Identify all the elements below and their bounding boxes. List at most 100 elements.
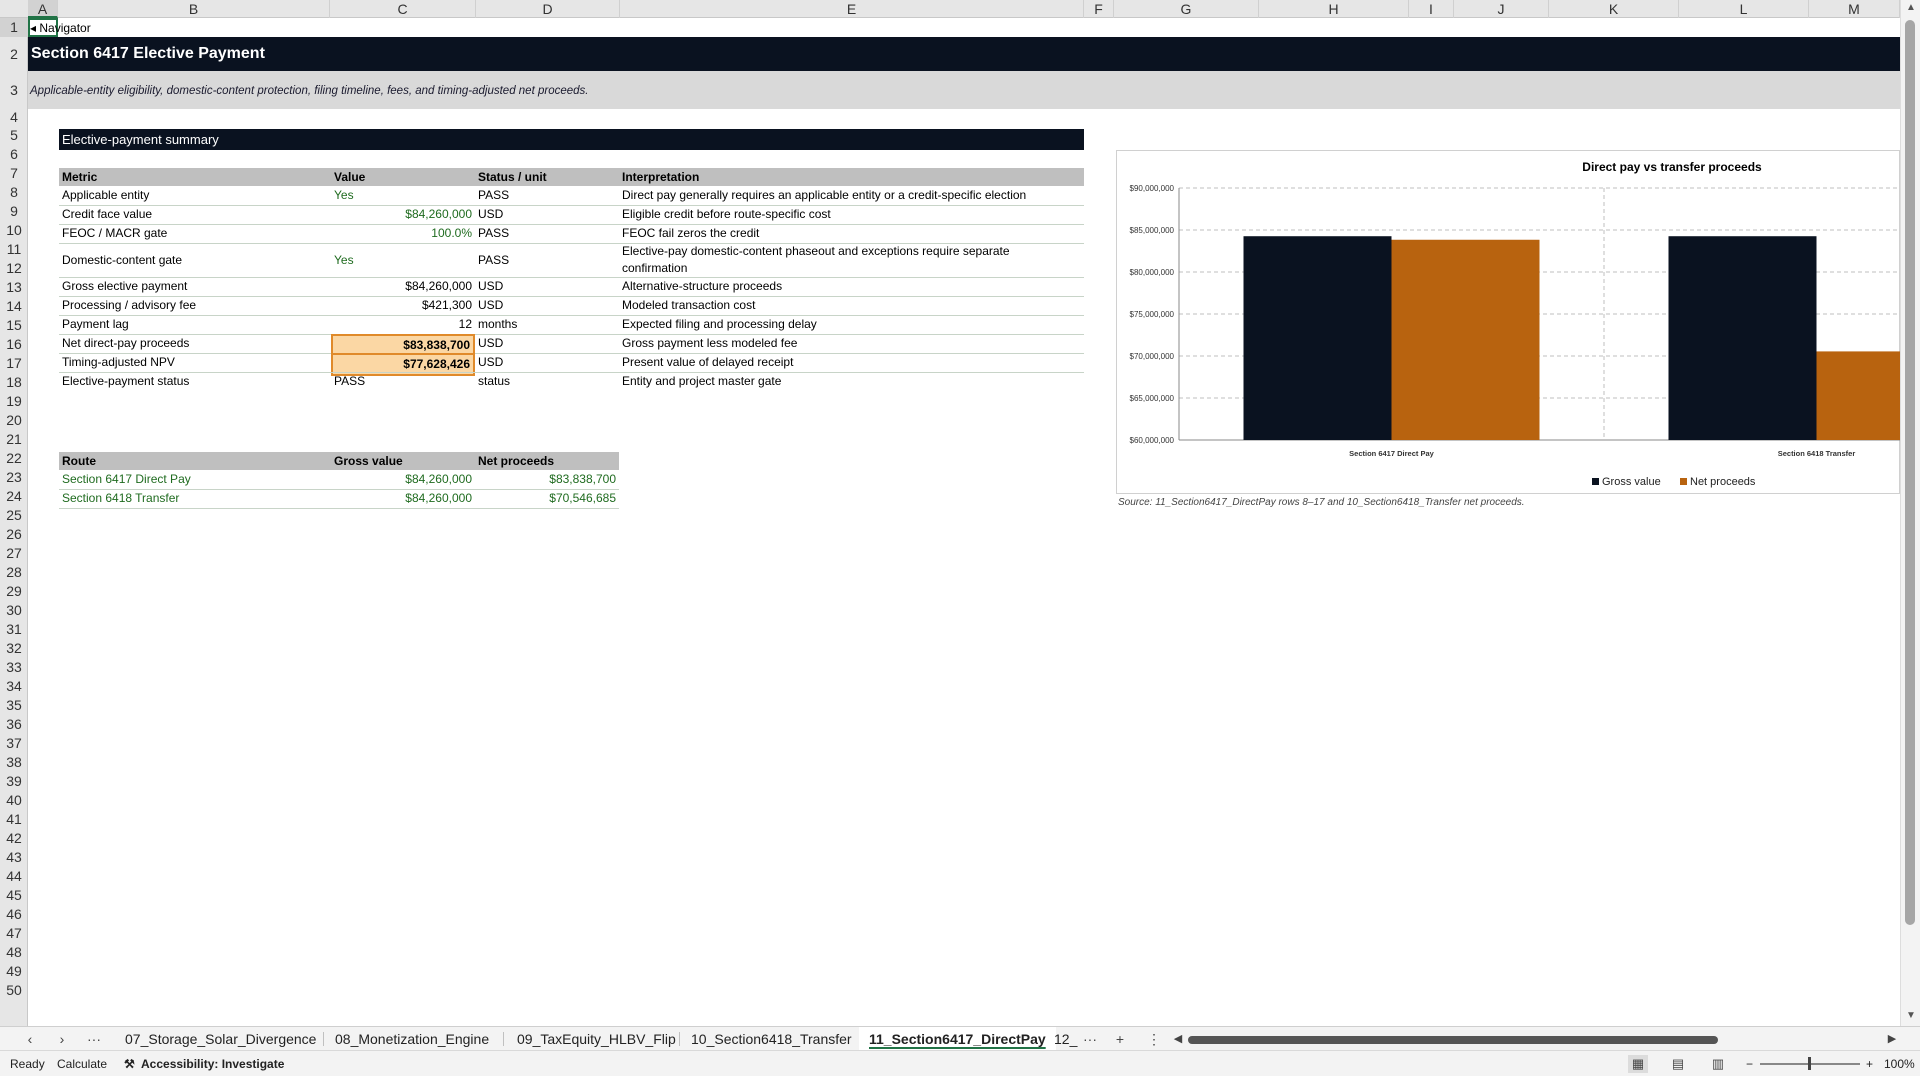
- zoom-slider-thumb[interactable]: [1808, 1057, 1811, 1070]
- row-header-21[interactable]: 21: [0, 430, 28, 449]
- tab-options-icon[interactable]: ⋮: [1144, 1027, 1164, 1051]
- row-header-45[interactable]: 45: [0, 886, 28, 905]
- proceeds-chart[interactable]: Direct pay vs transfer proceeds $60,000,0…: [1116, 150, 1900, 494]
- row-header-15[interactable]: 15: [0, 316, 28, 335]
- row-header-1[interactable]: 1: [0, 18, 28, 37]
- row-header-30[interactable]: 30: [0, 601, 28, 620]
- zoom-in-icon[interactable]: +: [1866, 1051, 1873, 1076]
- row-header-32[interactable]: 32: [0, 639, 28, 658]
- row-header-10[interactable]: 10: [0, 221, 28, 240]
- column-header-i[interactable]: I: [1409, 0, 1454, 18]
- row-header-25[interactable]: 25: [0, 506, 28, 525]
- summary-value[interactable]: $84,260,000: [331, 205, 475, 224]
- horizontal-scroll-thumb[interactable]: [1188, 1036, 1718, 1044]
- status-accessibility[interactable]: Accessibility: Investigate: [141, 1051, 284, 1076]
- tab-storage-solar-divergence[interactable]: 07_Storage_Solar_Divergence: [115, 1027, 326, 1051]
- row-header-11[interactable]: 11: [0, 240, 28, 259]
- column-header-j[interactable]: J: [1454, 0, 1549, 18]
- summary-value[interactable]: 100.0%: [331, 224, 475, 243]
- column-header-d[interactable]: D: [476, 0, 620, 18]
- row-header-2[interactable]: 2: [0, 37, 28, 71]
- row-header-41[interactable]: 41: [0, 810, 28, 829]
- row-header-12[interactable]: 12: [0, 259, 28, 278]
- tab-section6417-directpay[interactable]: 11_Section6417_DirectPay: [859, 1027, 1056, 1051]
- scroll-down-icon[interactable]: ▼: [1906, 1010, 1916, 1021]
- row-header-39[interactable]: 39: [0, 772, 28, 791]
- column-header-k[interactable]: K: [1549, 0, 1679, 18]
- row-header-20[interactable]: 20: [0, 411, 28, 430]
- page-break-view-icon[interactable]: ▥: [1708, 1055, 1728, 1073]
- scroll-up-icon[interactable]: ▲: [1906, 2, 1916, 13]
- row-header-31[interactable]: 31: [0, 620, 28, 639]
- row-header-29[interactable]: 29: [0, 582, 28, 601]
- row-header-16[interactable]: 16: [0, 335, 28, 354]
- row-header-17[interactable]: 17: [0, 354, 28, 373]
- add-sheet-icon[interactable]: +: [1110, 1027, 1130, 1051]
- row-header-8[interactable]: 8: [0, 183, 28, 202]
- row-header-14[interactable]: 14: [0, 297, 28, 316]
- column-header-c[interactable]: C: [330, 0, 476, 18]
- tab-monetization-engine[interactable]: 08_Monetization_Engine: [325, 1027, 499, 1051]
- row-header-3[interactable]: 3: [0, 71, 28, 109]
- column-header-l[interactable]: L: [1679, 0, 1809, 18]
- row-header-48[interactable]: 48: [0, 943, 28, 962]
- zoom-level[interactable]: 100%: [1884, 1051, 1915, 1076]
- column-header-h[interactable]: H: [1259, 0, 1409, 18]
- row-header-40[interactable]: 40: [0, 791, 28, 810]
- column-header-b[interactable]: B: [58, 0, 330, 18]
- more-sheets-left-icon[interactable]: ···: [84, 1027, 104, 1051]
- row-header-4[interactable]: 4: [0, 109, 28, 126]
- route-net[interactable]: $70,546,685: [475, 489, 619, 508]
- row-header-38[interactable]: 38: [0, 753, 28, 772]
- next-sheet-icon[interactable]: ›: [52, 1027, 72, 1051]
- summary-value[interactable]: $421,300: [331, 296, 475, 315]
- row-header-22[interactable]: 22: [0, 449, 28, 468]
- row-header-46[interactable]: 46: [0, 905, 28, 924]
- summary-value[interactable]: $84,260,000: [331, 277, 475, 296]
- row-header-13[interactable]: 13: [0, 278, 28, 297]
- route-net[interactable]: $83,838,700: [475, 470, 619, 489]
- row-header-36[interactable]: 36: [0, 715, 28, 734]
- status-calculate[interactable]: Calculate: [57, 1051, 107, 1076]
- route-gross[interactable]: $84,260,000: [331, 470, 475, 489]
- row-header-49[interactable]: 49: [0, 962, 28, 981]
- row-header-27[interactable]: 27: [0, 544, 28, 563]
- column-header-f[interactable]: F: [1084, 0, 1114, 18]
- row-header-7[interactable]: 7: [0, 164, 28, 183]
- more-sheets-right-icon[interactable]: ···: [1080, 1027, 1100, 1051]
- page-layout-view-icon[interactable]: ▤: [1668, 1055, 1688, 1073]
- vertical-scroll-thumb[interactable]: [1905, 20, 1915, 925]
- row-header-34[interactable]: 34: [0, 677, 28, 696]
- row-header-24[interactable]: 24: [0, 487, 28, 506]
- row-header-19[interactable]: 19: [0, 392, 28, 411]
- vertical-scrollbar[interactable]: ▲ ▼: [1900, 0, 1920, 1026]
- navigator-link[interactable]: ◂ Navigator: [30, 21, 91, 35]
- row-header-47[interactable]: 47: [0, 924, 28, 943]
- row-header-33[interactable]: 33: [0, 658, 28, 677]
- row-header-6[interactable]: 6: [0, 145, 28, 164]
- worksheet-grid[interactable]: ◂ Navigator Section 6417 Elective Paymen…: [28, 18, 1900, 1026]
- column-header-a[interactable]: A: [28, 0, 58, 18]
- zoom-out-icon[interactable]: −: [1746, 1051, 1753, 1076]
- column-header-e[interactable]: E: [620, 0, 1084, 18]
- row-header-18[interactable]: 18: [0, 373, 28, 392]
- row-header-23[interactable]: 23: [0, 468, 28, 487]
- row-header-44[interactable]: 44: [0, 867, 28, 886]
- row-header-37[interactable]: 37: [0, 734, 28, 753]
- summary-value[interactable]: Yes: [334, 251, 354, 270]
- row-header-42[interactable]: 42: [0, 829, 28, 848]
- row-header-43[interactable]: 43: [0, 848, 28, 867]
- row-header-9[interactable]: 9: [0, 202, 28, 221]
- normal-view-icon[interactable]: ▦: [1628, 1055, 1648, 1073]
- accessibility-icon[interactable]: ⚒: [124, 1051, 135, 1076]
- tab-taxequity-hlbv-flip[interactable]: 09_TaxEquity_HLBV_Flip: [507, 1027, 686, 1051]
- column-header-m[interactable]: M: [1809, 0, 1900, 18]
- hscroll-left-icon[interactable]: ◀: [1168, 1027, 1188, 1051]
- prev-sheet-icon[interactable]: ‹: [20, 1027, 40, 1051]
- summary-value[interactable]: PASS: [334, 372, 365, 391]
- summary-value[interactable]: Yes: [334, 186, 354, 205]
- row-header-26[interactable]: 26: [0, 525, 28, 544]
- column-header-g[interactable]: G: [1114, 0, 1259, 18]
- row-header-5[interactable]: 5: [0, 126, 28, 145]
- row-header-28[interactable]: 28: [0, 563, 28, 582]
